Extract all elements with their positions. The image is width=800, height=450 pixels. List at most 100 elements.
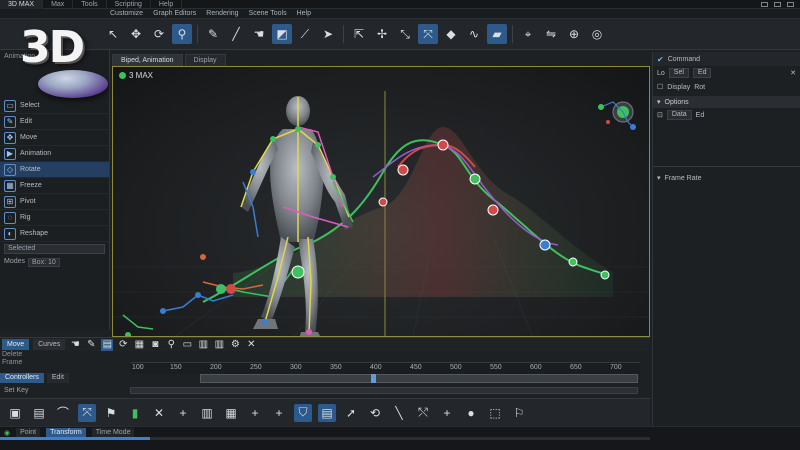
edit-tag[interactable]: Edit <box>46 372 69 383</box>
close-icon[interactable]: ✕ <box>150 404 168 422</box>
set-key-icon[interactable]: ▮ <box>126 404 144 422</box>
display-checkbox-icon[interactable]: ☐ <box>657 83 663 91</box>
timeline-playhead[interactable] <box>371 374 377 383</box>
gear-icon[interactable]: ⚙ <box>229 339 241 351</box>
loop-icon[interactable]: ⟲ <box>366 404 384 422</box>
title-tab-5[interactable]: Help <box>151 0 183 9</box>
pivot-tool-icon[interactable]: ✢ <box>372 24 392 44</box>
menu-item-customize[interactable]: Customize <box>110 9 143 19</box>
key-track-bar[interactable] <box>130 387 638 394</box>
data-box[interactable]: Data <box>666 110 692 120</box>
title-tab-4[interactable]: Scripting <box>107 0 151 9</box>
move-tool-icon[interactable]: ✥ <box>126 24 146 44</box>
plus-icon[interactable]: + <box>270 404 288 422</box>
link-icon[interactable]: ⚲ <box>165 339 177 351</box>
ik-tool-icon[interactable]: ⤧ <box>418 24 438 44</box>
curve-icon[interactable]: ⌒ <box>54 404 72 422</box>
align-icon[interactable]: ▤ <box>318 403 336 422</box>
viewport-tab-biped[interactable]: Biped, Animation <box>112 54 183 66</box>
pen-tool-icon[interactable]: ✎ <box>203 24 223 44</box>
motion-icon[interactable]: ⤧ <box>78 403 96 422</box>
selection-field[interactable]: Selected <box>4 244 105 254</box>
joint-tool-icon[interactable]: ⤡ <box>395 24 415 44</box>
left-item-rotate[interactable]: ◇ Rotate <box>0 162 109 178</box>
window-icon[interactable]: ▭ <box>181 339 193 351</box>
pointer-icon[interactable]: ➚ <box>342 404 360 422</box>
link-tool-icon[interactable]: ⚲ <box>172 24 192 44</box>
shield-icon[interactable]: ⛉ <box>294 403 312 422</box>
film-icon[interactable]: ▥ <box>213 339 225 351</box>
arrow-tool-icon[interactable]: ➤ <box>318 24 338 44</box>
flag-icon[interactable]: ⚐ <box>510 404 528 422</box>
close-icon[interactable] <box>787 1 794 7</box>
left-item-animation[interactable]: ▶ Animation <box>0 146 109 162</box>
grid-icon[interactable]: ▦ <box>133 339 145 351</box>
modes-label: Modes <box>4 258 26 265</box>
section-frame-rate[interactable]: ▾ Frame Rate <box>653 171 800 185</box>
snap-tool-icon[interactable]: ⌖ <box>518 24 538 44</box>
hand-icon[interactable]: ☚ <box>69 339 81 351</box>
section-options[interactable]: ▾ Options <box>653 96 800 108</box>
slash-icon[interactable]: ╲ <box>390 404 408 422</box>
layout-icon[interactable]: ▣ <box>6 404 24 422</box>
menu-item-help[interactable]: Help <box>297 9 311 19</box>
frame-select-icon[interactable]: ⬚ <box>486 404 504 422</box>
left-item-pivot[interactable]: ⊞ Pivot <box>0 194 109 210</box>
left-item-freeze[interactable]: ▦ Freeze <box>0 178 109 194</box>
left-item-reshape[interactable]: ◐ Reshape <box>0 226 109 242</box>
skin-tool-icon[interactable]: ◩ <box>272 24 292 44</box>
plus-icon[interactable]: + <box>246 404 264 422</box>
film-icon[interactable]: ▥ <box>197 339 209 351</box>
curve-tool-icon[interactable]: ∿ <box>464 24 484 44</box>
minimize-icon[interactable] <box>761 1 768 7</box>
edit-box[interactable]: Ed <box>692 68 712 78</box>
brush-icon[interactable]: ✎ <box>85 339 97 351</box>
refresh-icon[interactable]: ⟳ <box>117 339 129 351</box>
modes-value[interactable]: Box: 10 <box>28 258 60 267</box>
left-item-rig[interactable]: ◌ Rig <box>0 210 109 226</box>
left-item-move[interactable]: ✥ Move <box>0 130 109 146</box>
run-icon[interactable]: ⚑ <box>102 404 120 422</box>
add-icon[interactable]: + <box>174 404 192 422</box>
layer-icon[interactable]: ▤ <box>101 338 114 351</box>
stack-icon[interactable]: ▤ <box>30 404 48 422</box>
hand-tool-icon[interactable]: ☚ <box>249 24 269 44</box>
mirror-tool-icon[interactable]: ⇋ <box>541 24 561 44</box>
menu-item-rendering[interactable]: Rendering <box>206 9 238 19</box>
add-key-icon[interactable]: + <box>438 404 456 422</box>
rig-icon: ◌ <box>4 211 16 224</box>
line-tool-icon[interactable]: ╱ <box>226 24 246 44</box>
title-tab-2[interactable]: Max <box>43 0 74 9</box>
bone-tool-icon[interactable]: ⟋ <box>295 24 315 44</box>
frame-icon[interactable]: ▥ <box>198 404 216 422</box>
left-item-select[interactable]: ▭ Select <box>0 98 109 114</box>
close-icon[interactable]: ✕ <box>790 69 796 77</box>
rotate-tool-icon[interactable]: ⟳ <box>149 24 169 44</box>
title-tab-1[interactable]: 3D MAX <box>0 0 44 9</box>
perspective-viewport[interactable]: 3 MAX <box>112 66 650 337</box>
left-item-edit[interactable]: ✎ Edit <box>0 114 109 130</box>
select-box[interactable]: Sel <box>668 68 689 78</box>
dot-icon[interactable]: ● <box>462 404 480 422</box>
camera-icon[interactable]: ◙ <box>149 339 161 351</box>
cursor-tool-icon[interactable]: ⇱ <box>349 24 369 44</box>
timeline-range-slider[interactable] <box>200 374 638 383</box>
close-icon[interactable]: ✕ <box>245 339 257 351</box>
menu-item-graph-editors[interactable]: Graph Editors <box>153 9 196 19</box>
menu-item-scene-tools[interactable]: Scene Tools <box>249 9 287 19</box>
align-tool-icon[interactable]: ⊕ <box>564 24 584 44</box>
controllers-tag[interactable]: Controllers <box>0 372 44 383</box>
timeline-tab-move[interactable]: Move <box>2 339 30 350</box>
keyframe-tool-icon[interactable]: ◆ <box>441 24 461 44</box>
branch-icon[interactable]: ⤲ <box>414 404 432 422</box>
collapse-chevron-icon[interactable]: ✔ <box>657 55 664 64</box>
left-item-label: Rotate <box>20 166 41 173</box>
viewport-tab-display[interactable]: Display <box>184 54 226 66</box>
lock-icon[interactable]: ⊡ <box>657 111 663 119</box>
maximize-icon[interactable] <box>774 1 781 7</box>
film-icon[interactable]: ▦ <box>222 404 240 422</box>
timeline-tab-curves[interactable]: Curves <box>33 339 66 350</box>
render-tool-icon[interactable]: ◎ <box>587 24 607 44</box>
paint-tool-icon[interactable]: ▰ <box>487 24 507 44</box>
title-tab-3[interactable]: Tools <box>73 0 107 9</box>
